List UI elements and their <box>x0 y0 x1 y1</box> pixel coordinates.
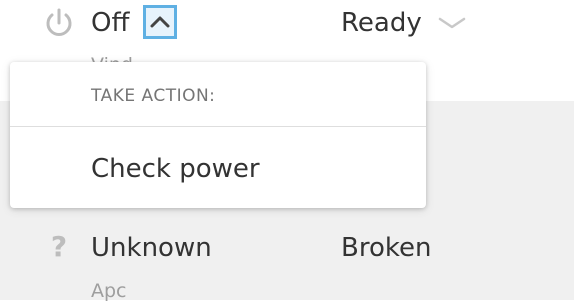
status-label: Off <box>91 8 130 38</box>
take-action-popover: TAKE ACTION: Check power <box>10 62 426 208</box>
chevron-down-icon[interactable] <box>437 14 467 32</box>
status-label: Unknown <box>91 233 212 263</box>
popover-divider <box>10 126 426 127</box>
device-name: Apc <box>91 280 127 302</box>
state-label: Broken <box>341 233 432 263</box>
question-icon: ? <box>50 230 68 263</box>
expand-actions-button[interactable] <box>143 5 177 39</box>
state-label: Ready <box>341 8 422 38</box>
popover-header: TAKE ACTION: <box>91 86 216 106</box>
chevron-up-icon <box>150 16 170 28</box>
check-power-action[interactable]: Check power <box>91 154 260 184</box>
power-icon <box>42 6 76 40</box>
device-row-unknown[interactable]: ? Unknown Apc Broken <box>0 218 574 302</box>
